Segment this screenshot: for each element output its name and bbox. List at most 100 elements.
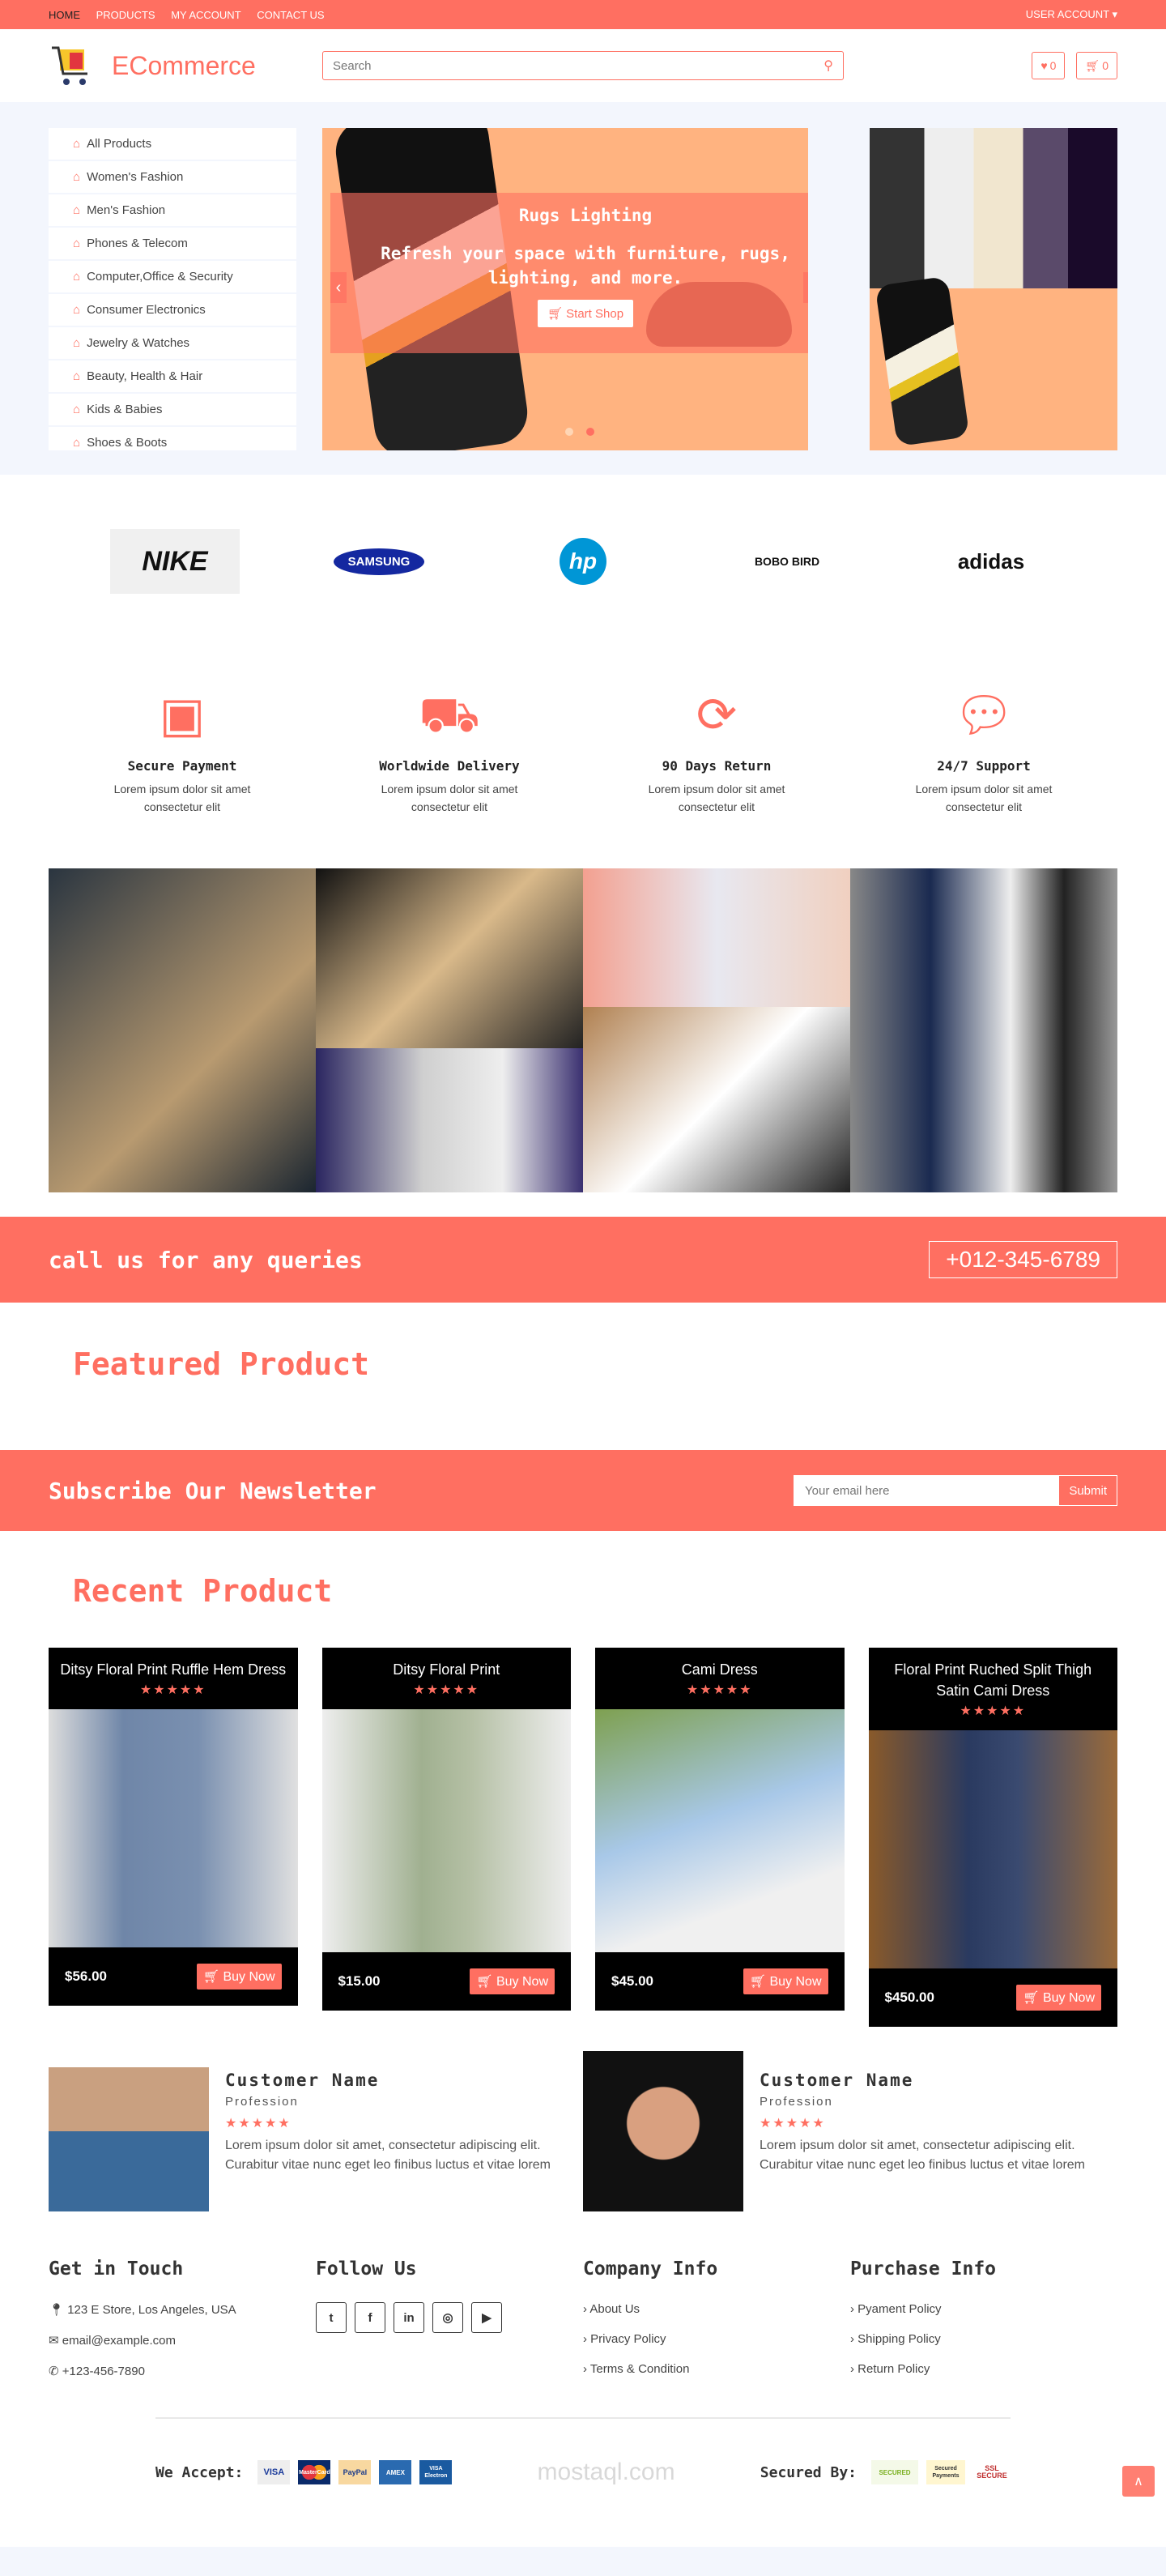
search-icon[interactable]: ⚲ bbox=[823, 58, 833, 74]
product-card[interactable]: Floral Print Ruched Split Thigh Satin Ca… bbox=[868, 1648, 1117, 2027]
carousel-dot-active[interactable] bbox=[586, 428, 594, 436]
product-image[interactable] bbox=[49, 1709, 298, 1947]
buy-now-button[interactable]: 🛒︎ Buy Now bbox=[1016, 1985, 1101, 2011]
shopping-cart-logo-icon bbox=[52, 46, 87, 85]
watch-box-image[interactable] bbox=[316, 868, 583, 1049]
brand-logo-adidas[interactable]: adidas bbox=[926, 529, 1056, 594]
truck-icon: ⛟ bbox=[419, 688, 480, 742]
product-image[interactable] bbox=[868, 1730, 1117, 1968]
category-item[interactable]: ⌂ Computer,Office & Security bbox=[49, 261, 296, 294]
youtube-icon[interactable]: ▶ bbox=[471, 2302, 502, 2333]
rating-stars: ★★★★★ bbox=[760, 2117, 826, 2130]
back-to-top-button[interactable]: ∧ bbox=[1122, 2466, 1155, 2497]
feature-text: Lorem ipsum dolor sit amet consectetur e… bbox=[648, 783, 785, 813]
footer-link[interactable]: › Terms & Condition bbox=[583, 2362, 850, 2376]
footer-link[interactable]: › Privacy Policy bbox=[583, 2332, 850, 2346]
product-image[interactable] bbox=[321, 1709, 571, 1952]
home-icon: ⌂ bbox=[73, 303, 81, 317]
home-icon: ⌂ bbox=[73, 403, 81, 416]
category-item[interactable]: ⌂ Kids & Babies bbox=[49, 394, 296, 427]
buy-now-button[interactable]: 🛒︎ Buy Now bbox=[743, 1968, 828, 1994]
cart-icon: 🛒︎ bbox=[1023, 1991, 1043, 2005]
start-shop-button[interactable]: 🛒︎ Start Shop bbox=[537, 300, 634, 327]
category-label: Jewelry & Watches bbox=[87, 336, 190, 350]
brand-logo-bobo-bird[interactable]: BOBO BIRD bbox=[722, 529, 852, 594]
carousel-next-button[interactable]: › bbox=[803, 272, 808, 303]
category-image-grid bbox=[49, 868, 1117, 1192]
user-account-dropdown[interactable]: USER ACCOUNT ▾ bbox=[1026, 8, 1117, 21]
search-input[interactable] bbox=[333, 58, 784, 73]
product-price: $450.00 bbox=[884, 1990, 934, 2005]
brands-strip: NIKE SAMSUNG hp BOBO BIRD adidas bbox=[0, 475, 1166, 648]
carousel-dot[interactable] bbox=[565, 428, 573, 436]
twitter-icon[interactable]: t bbox=[316, 2302, 347, 2333]
newsletter-submit-button[interactable]: Submit bbox=[1058, 1475, 1117, 1506]
product-card[interactable]: Ditsy Floral Print Ruffle Hem Dress ★★★★★… bbox=[49, 1648, 298, 2006]
category-item[interactable]: ⌂ Phones & Telecom bbox=[49, 228, 296, 261]
cart-button[interactable]: 🛒︎ 0 bbox=[1076, 52, 1117, 79]
home-icon: ⌂ bbox=[73, 237, 81, 250]
envelope-icon: ✉ bbox=[49, 2334, 62, 2348]
footer-company: Company Info › About Us › Privacy Policy… bbox=[583, 2258, 850, 2395]
category-item[interactable]: ⌂ All Products bbox=[49, 128, 296, 161]
instagram-icon[interactable]: ◎ bbox=[432, 2302, 463, 2333]
cart-count: 0 bbox=[1102, 59, 1109, 72]
nav-my-account[interactable]: MY ACCOUNT bbox=[171, 9, 240, 21]
product-card[interactable]: Ditsy Floral Print ★★★★★ $15.00 🛒︎ Buy Now bbox=[321, 1648, 571, 2011]
footer-link[interactable]: › Return Policy bbox=[850, 2362, 1117, 2376]
category-item[interactable]: ⌂ Men's Fashion bbox=[49, 194, 296, 228]
credit-card-icon: ▣ bbox=[159, 688, 206, 742]
product-list: Ditsy Floral Print Ruffle Hem Dress ★★★★★… bbox=[0, 1648, 1166, 2027]
category-label: Beauty, Health & Hair bbox=[87, 369, 203, 383]
promo-golf-image[interactable] bbox=[870, 275, 1117, 450]
security-badges: Secured By: SECURED Secured Payments SSL… bbox=[760, 2460, 1011, 2484]
category-item[interactable]: ⌂ Women's Fashion bbox=[49, 161, 296, 194]
email-link[interactable]: email@example.com bbox=[62, 2334, 176, 2348]
testimonial-text: Lorem ipsum dolor sit amet, consectetur … bbox=[760, 2139, 1085, 2172]
linkedin-icon[interactable]: in bbox=[394, 2302, 424, 2333]
nav-home[interactable]: HOME bbox=[49, 9, 80, 21]
category-item[interactable]: ⌂ Beauty, Health & Hair bbox=[49, 360, 296, 394]
logo[interactable]: ECommerce bbox=[49, 43, 322, 88]
customer-name: Customer Name bbox=[760, 2071, 914, 2090]
home-icon: ⌂ bbox=[73, 436, 81, 450]
phone-link[interactable]: +123-456-7890 bbox=[62, 2365, 145, 2378]
nav-contact-us[interactable]: CONTACT US bbox=[257, 9, 324, 21]
carousel-prev-button[interactable]: ‹ bbox=[330, 272, 347, 303]
address: 123 E Store, Los Angeles, USA bbox=[67, 2303, 236, 2317]
feature-item: ⛟ Worldwide Delivery Lorem ipsum dolor sit… bbox=[316, 680, 583, 859]
link-label: Privacy Policy bbox=[590, 2332, 666, 2346]
category-item[interactable]: ⌂ Consumer Electronics bbox=[49, 294, 296, 327]
buy-now-button[interactable]: 🛒︎ Buy Now bbox=[470, 1968, 555, 1994]
product-image[interactable] bbox=[595, 1709, 845, 1952]
feature-text: Lorem ipsum dolor sit amet consectetur e… bbox=[113, 783, 251, 813]
electronics-accessories-image[interactable] bbox=[49, 868, 316, 1192]
brand-logo-hp[interactable]: hp bbox=[518, 529, 648, 594]
footer-link[interactable]: › Pyament Policy bbox=[850, 2302, 1117, 2316]
promo-phones-image[interactable] bbox=[870, 128, 1117, 288]
brand-logo-nike[interactable]: NIKE bbox=[110, 529, 240, 594]
kids-fashion-image[interactable] bbox=[850, 868, 1117, 1192]
start-shop-label: Start Shop bbox=[566, 307, 624, 321]
facebook-icon[interactable]: f bbox=[355, 2302, 385, 2333]
buy-now-button[interactable]: 🛒︎ Buy Now bbox=[196, 1964, 282, 1990]
featured-title: Featured Product bbox=[73, 1346, 370, 1382]
footer-link[interactable]: › About Us bbox=[583, 2302, 850, 2316]
call-us-phone[interactable]: +012-345-6789 bbox=[929, 1241, 1117, 1278]
newsletter-title: Subscribe Our Newsletter bbox=[49, 1477, 377, 1504]
cart-icon: 🛒︎ bbox=[749, 1975, 770, 1989]
wishlist-button[interactable]: ♥ 0 bbox=[1032, 52, 1066, 79]
brand-logo-samsung[interactable]: SAMSUNG bbox=[314, 529, 444, 594]
category-item[interactable]: ⌂ Shoes & Boots bbox=[49, 427, 296, 450]
product-card[interactable]: Cami Dress ★★★★★ $45.00 🛒︎ Buy Now bbox=[595, 1648, 845, 2011]
footer-link[interactable]: › Shipping Policy bbox=[850, 2332, 1117, 2346]
product-price: $45.00 bbox=[611, 1973, 653, 1989]
category-item[interactable]: ⌂ Jewelry & Watches bbox=[49, 327, 296, 360]
bags-image[interactable] bbox=[583, 1007, 850, 1192]
we-accept-label: We Accept: bbox=[155, 2463, 244, 2481]
category-label: Women's Fashion bbox=[87, 170, 184, 184]
sweater-image[interactable] bbox=[316, 1048, 583, 1192]
cosmetics-image[interactable] bbox=[583, 868, 850, 1008]
newsletter-email-input[interactable] bbox=[794, 1475, 1059, 1506]
nav-products[interactable]: PRODUCTS bbox=[96, 9, 155, 21]
